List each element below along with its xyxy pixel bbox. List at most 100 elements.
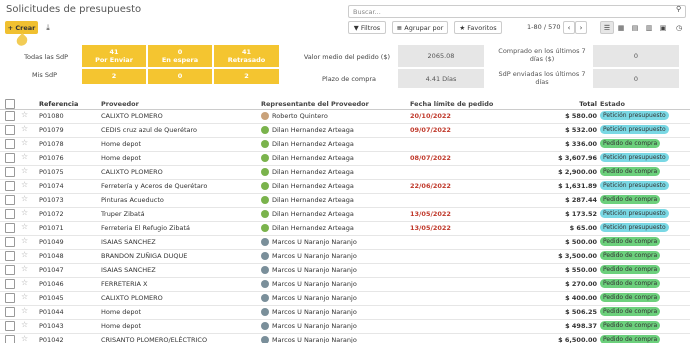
my-late-card[interactable]: 2 xyxy=(214,69,279,84)
table-row[interactable]: ☆ P01071 Ferreteria El Refugio Zibatá Dilan… xyxy=(0,222,690,236)
to-send-card[interactable]: 41 Por Enviar xyxy=(82,45,146,67)
table-row[interactable]: ☆ P01049 ISAIAS SANCHEZ Marcos U Naranjo Na… xyxy=(0,236,690,250)
rep-name: Dilan Hernandez Arteaga xyxy=(272,224,354,232)
cell-total: $ 550.00 xyxy=(565,266,597,274)
row-checkbox[interactable] xyxy=(5,153,15,163)
search-icon[interactable]: ⚲ xyxy=(676,5,681,13)
star-icon[interactable]: ☆ xyxy=(21,110,28,119)
table-row[interactable]: ☆ P01076 Home depot Dilan Hernandez Arteaga… xyxy=(0,152,690,166)
cell-referencia: P01072 xyxy=(39,210,64,218)
row-checkbox[interactable] xyxy=(5,279,15,289)
row-checkbox[interactable] xyxy=(5,335,15,343)
my-to-send-card[interactable]: 2 xyxy=(82,69,146,84)
rep-name: Roberto Quintero xyxy=(272,112,328,120)
cell-total: $ 1,631.89 xyxy=(558,182,597,190)
star-icon[interactable]: ☆ xyxy=(21,138,28,147)
cell-total: $ 287.44 xyxy=(565,196,597,204)
row-checkbox[interactable] xyxy=(5,223,15,233)
cell-proveedor: Home depot xyxy=(101,322,142,330)
table-row[interactable]: ☆ P01078 Home depot Dilan Hernandez Arteaga… xyxy=(0,138,690,152)
late-card[interactable]: 41 Retrasado xyxy=(214,45,279,67)
table-row[interactable]: ☆ P01072 Truper Zibatá Dilan Hernandez Arte… xyxy=(0,208,690,222)
row-checkbox[interactable] xyxy=(5,237,15,247)
col-referencia[interactable]: Referencia xyxy=(39,100,78,108)
status-badge: Pedido de compra xyxy=(600,237,661,246)
favorites-button[interactable]: ★ Favoritos xyxy=(454,21,502,34)
star-icon[interactable]: ☆ xyxy=(21,320,28,329)
row-checkbox[interactable] xyxy=(5,251,15,261)
table-row[interactable]: ☆ P01047 ISAIAS SANCHEZ Marcos U Naranjo Na… xyxy=(0,264,690,278)
cell-proveedor: Home depot xyxy=(101,140,142,148)
col-estado[interactable]: Estado xyxy=(600,100,625,108)
cell-representante: Dilan Hernandez Arteaga xyxy=(261,168,354,176)
star-icon[interactable]: ☆ xyxy=(21,306,28,315)
star-icon[interactable]: ☆ xyxy=(21,334,28,343)
col-proveedor[interactable]: Proveedor xyxy=(101,100,139,108)
star-icon[interactable]: ☆ xyxy=(21,278,28,287)
col-fecha[interactable]: Fecha límite de pedido xyxy=(410,100,493,108)
row-checkbox[interactable] xyxy=(5,167,15,177)
row-checkbox[interactable] xyxy=(5,195,15,205)
table-row[interactable]: ☆ P01042 CRISANTO PLOMERO/ELÉCTRICO Marcos … xyxy=(0,334,690,343)
row-checkbox[interactable] xyxy=(5,209,15,219)
star-icon[interactable]: ☆ xyxy=(21,264,28,273)
row-checkbox[interactable] xyxy=(5,139,15,149)
cell-proveedor: Truper Zibatá xyxy=(101,210,145,218)
cell-representante: Marcos U Naranjo Naranjo xyxy=(261,336,357,343)
table-row[interactable]: ☆ P01079 CEDIS cruz azul de Querétaro Dilan… xyxy=(0,124,690,138)
select-all-checkbox[interactable] xyxy=(5,99,15,109)
table-row[interactable]: ☆ P01043 Home depot Marcos U Naranjo Naranj… xyxy=(0,320,690,334)
row-checkbox[interactable] xyxy=(5,181,15,191)
table-row[interactable]: ☆ P01074 Ferretería y Aceros de Querétaro D… xyxy=(0,180,690,194)
group-by-button[interactable]: ≣ Agrupar por xyxy=(392,21,448,34)
avatar xyxy=(261,126,269,134)
table-view-icon[interactable]: ▤ xyxy=(628,21,642,34)
star-icon[interactable]: ☆ xyxy=(21,180,28,189)
star-icon[interactable]: ☆ xyxy=(21,222,28,231)
star-icon[interactable]: ☆ xyxy=(21,250,28,259)
activity-view-icon[interactable]: ◷ xyxy=(672,21,686,34)
table-row[interactable]: ☆ P01048 BRANDON ZUÑIGA DUQUE Marcos U Nara… xyxy=(0,250,690,264)
table-row[interactable]: ☆ P01075 CALIXTO PLOMERO Dilan Hernandez Ar… xyxy=(0,166,690,180)
table-row[interactable]: ☆ P01045 CALIXTO PLOMERO Marcos U Naranjo N… xyxy=(0,292,690,306)
table-row[interactable]: ☆ P01046 FERRETERIA X Marcos U Naranjo Nara… xyxy=(0,278,690,292)
cell-representante: Marcos U Naranjo Naranjo xyxy=(261,294,357,302)
my-waiting-card[interactable]: 0 xyxy=(148,69,212,84)
rep-name: Marcos U Naranjo Naranjo xyxy=(272,252,357,260)
late-label: Retrasado xyxy=(227,56,266,64)
table-row[interactable]: ☆ P01073 Pinturas Acueducto Dilan Hernandez… xyxy=(0,194,690,208)
search-input[interactable]: Buscar... xyxy=(348,5,686,18)
cell-proveedor: CALIXTO PLOMERO xyxy=(101,112,163,120)
row-checkbox[interactable] xyxy=(5,111,15,121)
table-header: Referencia Proveedor Representante del P… xyxy=(0,98,690,110)
download-icon[interactable]: ⤓ xyxy=(41,21,55,34)
cell-referencia: P01075 xyxy=(39,168,64,176)
row-checkbox[interactable] xyxy=(5,321,15,331)
star-icon[interactable]: ☆ xyxy=(21,194,28,203)
graph-view-icon[interactable]: ▥ xyxy=(642,21,656,34)
star-icon[interactable]: ☆ xyxy=(21,152,28,161)
list-view-icon[interactable]: ☰ xyxy=(600,21,614,34)
filters-button[interactable]: ▼ Filtros xyxy=(348,21,386,34)
col-representante[interactable]: Representante del Proveedor xyxy=(261,100,369,108)
star-icon[interactable]: ☆ xyxy=(21,208,28,217)
row-checkbox[interactable] xyxy=(5,307,15,317)
row-checkbox[interactable] xyxy=(5,125,15,135)
table-row[interactable]: ☆ P01044 Home depot Marcos U Naranjo Naranj… xyxy=(0,306,690,320)
waiting-card[interactable]: 0 En espera xyxy=(148,45,212,67)
star-icon[interactable]: ☆ xyxy=(21,166,28,175)
row-checkbox[interactable] xyxy=(5,265,15,275)
table-row[interactable]: ☆ P01080 CALIXTO PLOMERO Roberto Quintero 20… xyxy=(0,110,690,124)
col-total[interactable]: Total xyxy=(540,100,597,108)
kanban-view-icon[interactable]: ▦ xyxy=(614,21,628,34)
star-icon[interactable]: ☆ xyxy=(21,124,28,133)
calendar-view-icon[interactable]: ▣ xyxy=(656,21,670,34)
cell-total: $ 532.00 xyxy=(565,126,597,134)
cell-total: $ 270.00 xyxy=(565,280,597,288)
row-checkbox[interactable] xyxy=(5,293,15,303)
pager-prev-icon[interactable]: ‹ xyxy=(563,21,575,34)
star-icon[interactable]: ☆ xyxy=(21,236,28,245)
star-icon[interactable]: ☆ xyxy=(21,292,28,301)
pager-value[interactable]: 1-80 / 570 xyxy=(527,23,560,31)
pager-next-icon[interactable]: › xyxy=(575,21,587,34)
